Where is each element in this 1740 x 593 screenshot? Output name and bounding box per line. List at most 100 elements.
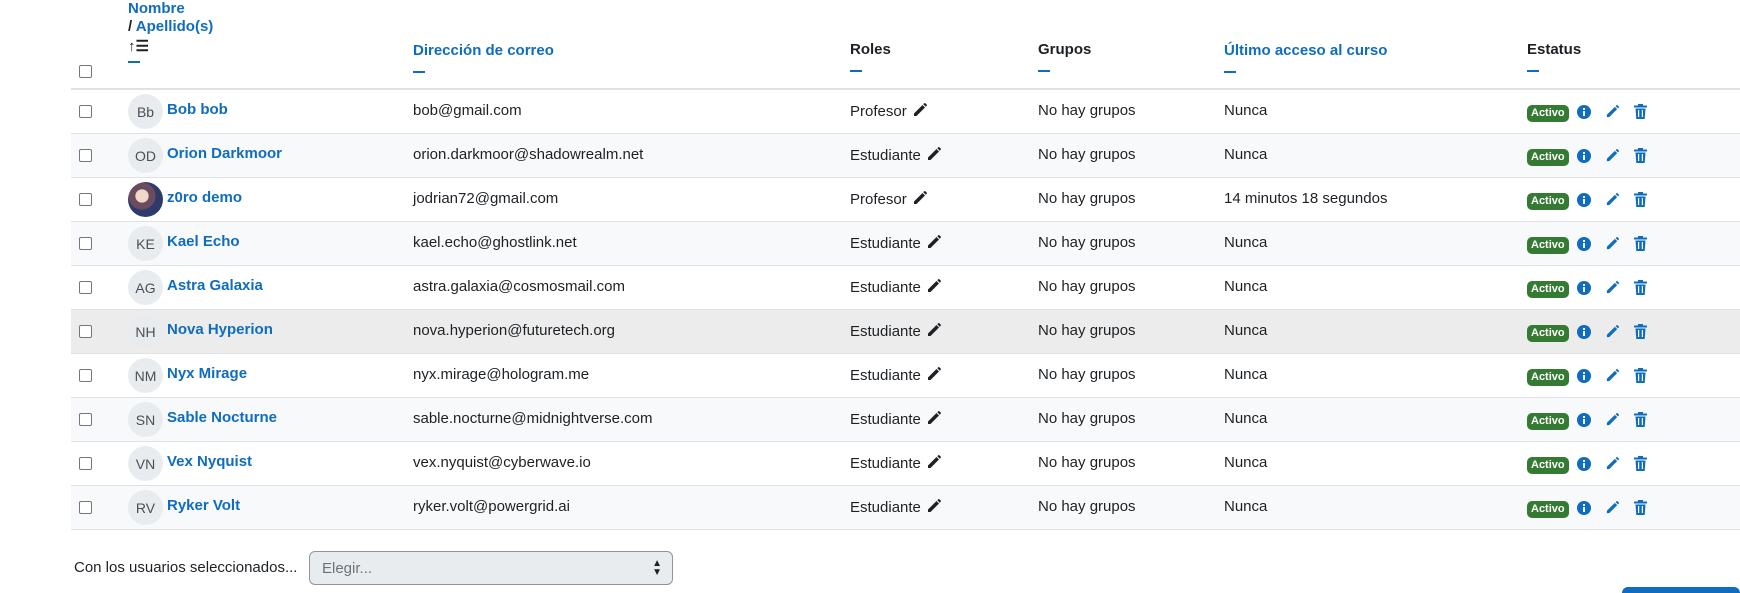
pencil-icon[interactable] — [912, 102, 928, 122]
user-name-link[interactable]: Nova Hyperion — [167, 321, 273, 338]
collapse-roles-icon[interactable] — [850, 70, 862, 72]
info-circle-icon[interactable] — [1576, 368, 1591, 387]
info-circle-icon[interactable] — [1576, 280, 1591, 299]
row-checkbox[interactable] — [79, 105, 92, 118]
edit-pencil-icon[interactable] — [1605, 456, 1620, 475]
row-checkbox[interactable] — [79, 413, 92, 426]
sort-by-firstname-link[interactable]: Nombre — [128, 0, 185, 17]
user-role: Estudiante — [850, 366, 942, 386]
user-last-access: Nunca — [1224, 322, 1268, 339]
row-checkbox[interactable] — [79, 281, 92, 294]
user-email: orion.darkmoor@shadowrealm.net — [413, 146, 644, 163]
info-circle-icon[interactable] — [1576, 412, 1591, 431]
user-role-label: Profesor — [850, 103, 907, 120]
user-name-link[interactable]: Kael Echo — [167, 233, 240, 250]
user-last-access: Nunca — [1224, 410, 1268, 427]
user-name-link[interactable]: z0ro demo — [167, 189, 242, 206]
user-name-link[interactable]: Vex Nyquist — [167, 453, 252, 470]
trash-icon[interactable] — [1633, 104, 1647, 123]
pencil-icon[interactable] — [926, 410, 942, 430]
row-checkbox[interactable] — [79, 501, 92, 514]
row-checkbox[interactable] — [79, 369, 92, 382]
trash-icon[interactable] — [1633, 324, 1647, 343]
trash-icon[interactable] — [1633, 412, 1647, 431]
edit-pencil-icon[interactable] — [1605, 280, 1620, 299]
user-name-link[interactable]: Bob bob — [167, 101, 228, 118]
pencil-icon[interactable] — [912, 190, 928, 210]
row-checkbox-wrap — [79, 193, 92, 206]
info-circle-icon[interactable] — [1576, 456, 1591, 475]
row-checkbox[interactable] — [79, 237, 92, 250]
user-name-link[interactable]: Ryker Volt — [167, 497, 240, 514]
edit-pencil-icon[interactable] — [1605, 192, 1620, 211]
pencil-icon[interactable] — [926, 234, 942, 254]
edit-pencil-icon[interactable] — [1605, 148, 1620, 167]
trash-icon[interactable] — [1633, 192, 1647, 211]
row-checkbox[interactable] — [79, 325, 92, 338]
row-checkbox[interactable] — [79, 193, 92, 206]
edit-pencil-icon[interactable] — [1605, 412, 1620, 431]
pencil-icon[interactable] — [926, 322, 942, 342]
bulk-action-select[interactable]: Elegir... ▲ ▼ — [309, 551, 673, 585]
pencil-icon[interactable] — [926, 498, 942, 518]
sort-by-lastname-link[interactable]: Apellido(s) — [136, 18, 214, 35]
user-name-link[interactable]: Astra Galaxia — [167, 277, 263, 294]
trash-icon[interactable] — [1633, 500, 1647, 519]
select-all-checkbox[interactable] — [79, 65, 92, 78]
user-name-link[interactable]: Sable Nocturne — [167, 409, 277, 426]
edit-pencil-icon[interactable] — [1605, 104, 1620, 123]
pencil-icon[interactable] — [926, 454, 942, 474]
trash-icon[interactable] — [1633, 368, 1647, 387]
trash-icon[interactable] — [1633, 456, 1647, 475]
user-last-access: Nunca — [1224, 102, 1268, 119]
avatar: AG — [128, 270, 163, 305]
user-role: Estudiante — [850, 322, 942, 342]
info-circle-icon[interactable] — [1576, 324, 1591, 343]
collapse-name-icon[interactable] — [128, 61, 140, 63]
trash-icon[interactable] — [1633, 236, 1647, 255]
status-badge: Activo — [1527, 281, 1569, 298]
avatar: RV — [128, 490, 163, 525]
collapse-last-access-icon[interactable] — [1224, 71, 1236, 73]
user-groups: No hay grupos — [1038, 366, 1136, 383]
row-checkbox[interactable] — [79, 457, 92, 470]
status-badge: Activo — [1527, 149, 1569, 166]
user-groups: No hay grupos — [1038, 498, 1136, 515]
header-name-separator: / — [128, 18, 133, 35]
pencil-icon[interactable] — [926, 146, 942, 166]
info-circle-icon[interactable] — [1576, 192, 1591, 211]
sort-by-last-access-link[interactable]: Último acceso al curso — [1224, 42, 1387, 59]
user-email: astra.galaxia@cosmosmail.com — [413, 278, 625, 295]
collapse-email-icon[interactable] — [413, 71, 425, 73]
avatar-initials: AG — [135, 279, 156, 296]
edit-pencil-icon[interactable] — [1605, 368, 1620, 387]
edit-pencil-icon[interactable] — [1605, 236, 1620, 255]
user-name-link[interactable]: Orion Darkmoor — [167, 145, 282, 162]
sort-by-email-link[interactable]: Dirección de correo — [413, 42, 554, 59]
pencil-icon[interactable] — [926, 278, 942, 298]
user-last-access: Nunca — [1224, 234, 1268, 251]
user-name-link[interactable]: Nyx Mirage — [167, 365, 247, 382]
partial-blue-button[interactable] — [1622, 587, 1740, 593]
info-circle-icon[interactable] — [1576, 148, 1591, 167]
trash-icon[interactable] — [1633, 280, 1647, 299]
table-row: Bb Bob bob bob@gmail.com Profesor No hay… — [71, 90, 1740, 134]
table-row: NM Nyx Mirage nyx.mirage@hologram.me Est… — [71, 354, 1740, 398]
user-email: vex.nyquist@cyberwave.io — [413, 454, 591, 471]
user-email: nyx.mirage@hologram.me — [413, 366, 590, 383]
user-email: jodrian72@gmail.com — [413, 190, 559, 207]
collapse-status-icon[interactable] — [1527, 70, 1539, 72]
row-checkbox[interactable] — [79, 149, 92, 162]
pencil-icon[interactable] — [926, 366, 942, 386]
info-circle-icon[interactable] — [1576, 104, 1591, 123]
user-role-label: Estudiante — [850, 499, 921, 516]
row-checkbox-wrap — [79, 105, 92, 118]
avatar: VN — [128, 446, 163, 481]
info-circle-icon[interactable] — [1576, 500, 1591, 519]
info-circle-icon[interactable] — [1576, 236, 1591, 255]
collapse-groups-icon[interactable] — [1038, 70, 1050, 72]
trash-icon[interactable] — [1633, 148, 1647, 167]
edit-pencil-icon[interactable] — [1605, 500, 1620, 519]
edit-pencil-icon[interactable] — [1605, 324, 1620, 343]
user-status: Activo — [1527, 456, 1647, 475]
